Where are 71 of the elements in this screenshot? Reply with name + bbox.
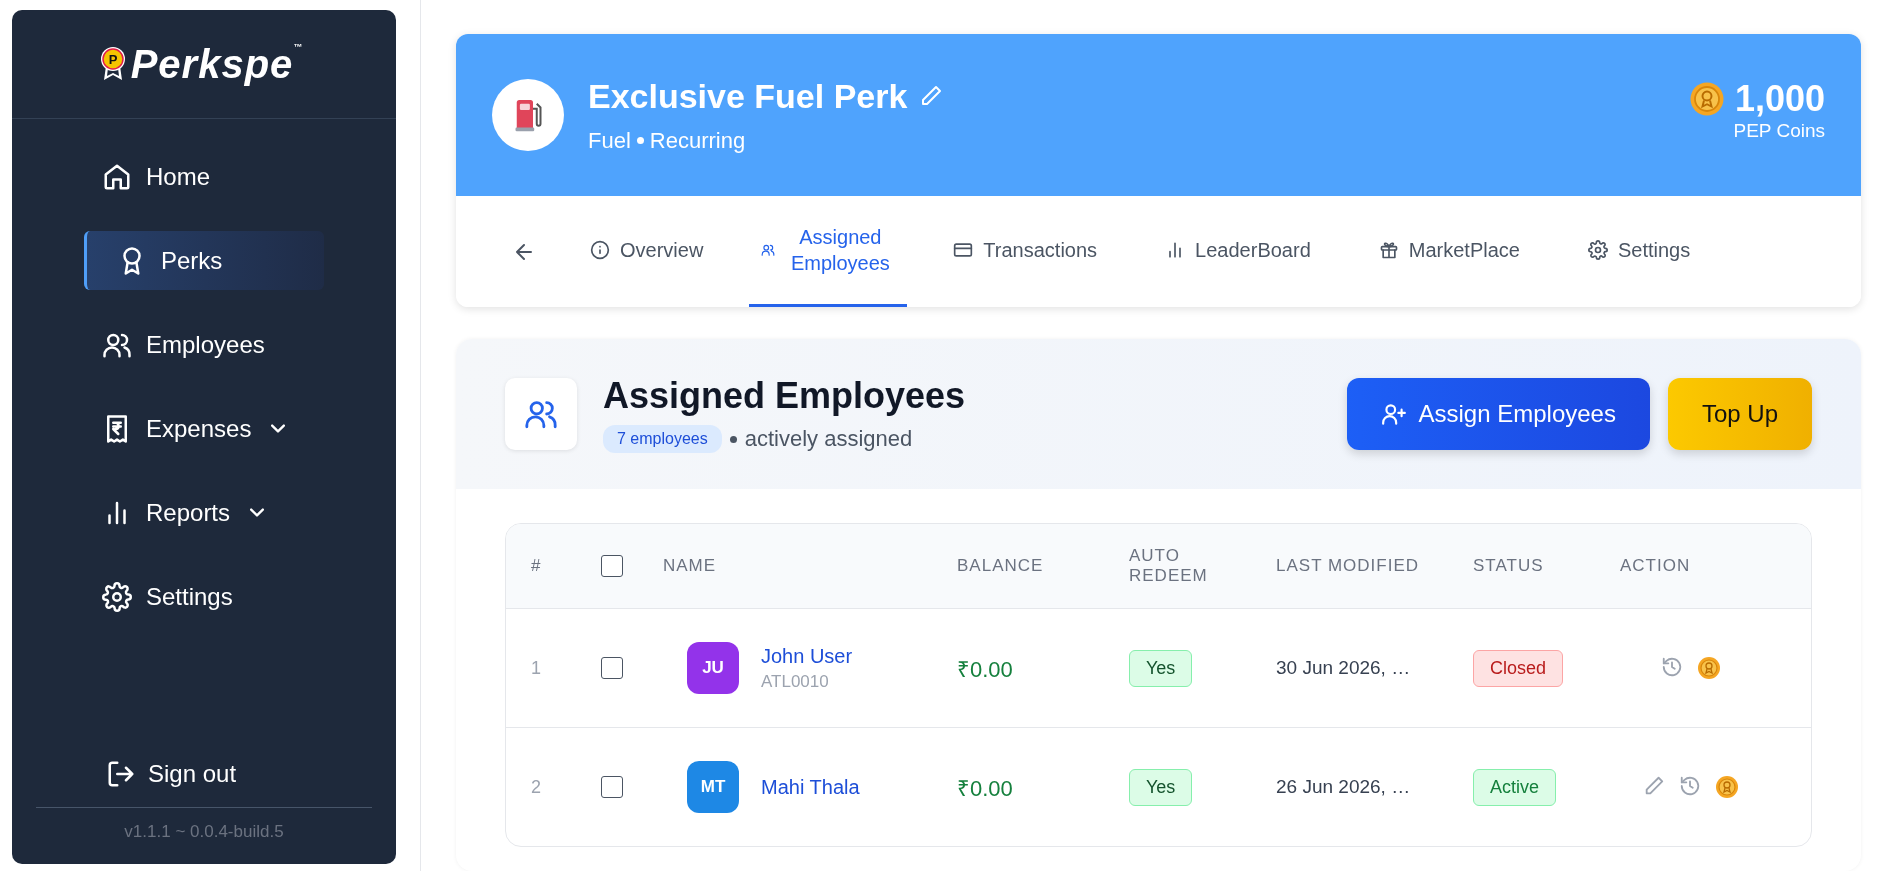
coin-icon [1688, 81, 1725, 117]
select-all-checkbox[interactable] [601, 555, 623, 577]
people-icon [761, 243, 776, 257]
last-modified-date: 30 Jun 2026, … [1276, 657, 1412, 679]
settings-icon [102, 581, 132, 612]
separator-dot [636, 137, 644, 144]
auto-redeem-badge: Yes [1129, 768, 1193, 806]
chevron-down-icon [271, 424, 286, 433]
column-header: STATUS [1473, 556, 1545, 576]
sign-out-icon [106, 759, 136, 789]
credit-card-icon [953, 240, 974, 260]
last-modified-date: 26 Jun 2026, … [1276, 776, 1412, 798]
section-note: actively assigned [744, 426, 913, 452]
coin-button[interactable] [1714, 775, 1739, 799]
top-up-button[interactable]: Top Up [1667, 378, 1812, 450]
nav-item[interactable]: Settings [84, 567, 324, 626]
auto-redeem-badge: Yes [1129, 649, 1193, 687]
tab[interactable]: MarketPlace [1356, 196, 1542, 307]
coin-button[interactable] [1696, 656, 1721, 680]
employee-name-link[interactable]: Mahi Thala [761, 775, 860, 799]
version-text: v1.1.1 ~ 0.0.4-build.5 [36, 807, 372, 864]
employee-name-link[interactable]: John User [761, 644, 853, 668]
perk-category: Fuel [588, 127, 631, 154]
add-person-icon [1380, 401, 1407, 427]
avatar: MT [687, 761, 739, 813]
status-badge: Closed [1473, 649, 1564, 687]
row-number: 2 [531, 776, 542, 798]
tab[interactable]: Settings [1565, 196, 1713, 307]
tab[interactable]: Overview [568, 196, 726, 307]
history-icon [1678, 775, 1701, 797]
column-header: ACTION [1620, 556, 1692, 576]
coin-icon [1696, 656, 1721, 680]
tab[interactable]: Assigned Employees [749, 196, 908, 307]
history-icon [1660, 656, 1683, 678]
column-header: AUTO REDEEM [1129, 546, 1209, 586]
chevron-down-icon [250, 508, 265, 517]
coin-balance: 1,000 [1734, 78, 1825, 120]
separator-dot [729, 435, 737, 443]
row-number: 1 [531, 657, 542, 679]
gift-icon [1378, 240, 1399, 260]
section-title: Assigned Employees [603, 375, 967, 417]
row-checkbox[interactable] [601, 657, 623, 679]
fuel-pump-icon [513, 97, 543, 133]
info-icon [590, 240, 610, 260]
settings-icon [1587, 240, 1608, 260]
column-header: LAST MODIFIED [1276, 556, 1421, 576]
row-checkbox[interactable] [601, 776, 623, 798]
avatar: JU [687, 642, 739, 694]
column-header: # [531, 556, 543, 576]
column-header: BALANCE [957, 556, 1045, 576]
tab[interactable]: LeaderBoard [1143, 196, 1333, 307]
perk-frequency: Recurring [649, 127, 746, 154]
logo-text: Perkspe$^{™}$ [130, 41, 304, 87]
balance-amount: ₹0.00 [957, 775, 1014, 802]
status-badge: Active [1473, 768, 1557, 806]
column-header: NAME [663, 556, 718, 576]
nav-item[interactable]: Employees [84, 315, 324, 374]
perk-title: Exclusive Fuel Perk [588, 76, 908, 116]
count-badge: 7 employees [603, 425, 722, 453]
assign-employees-button[interactable]: Assign Employees [1346, 378, 1650, 450]
edit-icon[interactable] [919, 84, 944, 108]
coin-icon [1714, 775, 1739, 799]
sign-out-link[interactable]: Sign out [12, 759, 396, 807]
nav-item[interactable]: Reports [84, 483, 324, 542]
balance-amount: ₹0.00 [957, 656, 1014, 683]
tab[interactable]: Transactions [931, 196, 1120, 307]
nav-item[interactable]: Perks [84, 231, 324, 290]
nav-item[interactable]: Home [84, 147, 324, 206]
coin-label: PEP Coins [1733, 120, 1825, 142]
nav-item[interactable]: Expenses [84, 399, 324, 458]
employee-code: ATL0010 [761, 671, 830, 692]
